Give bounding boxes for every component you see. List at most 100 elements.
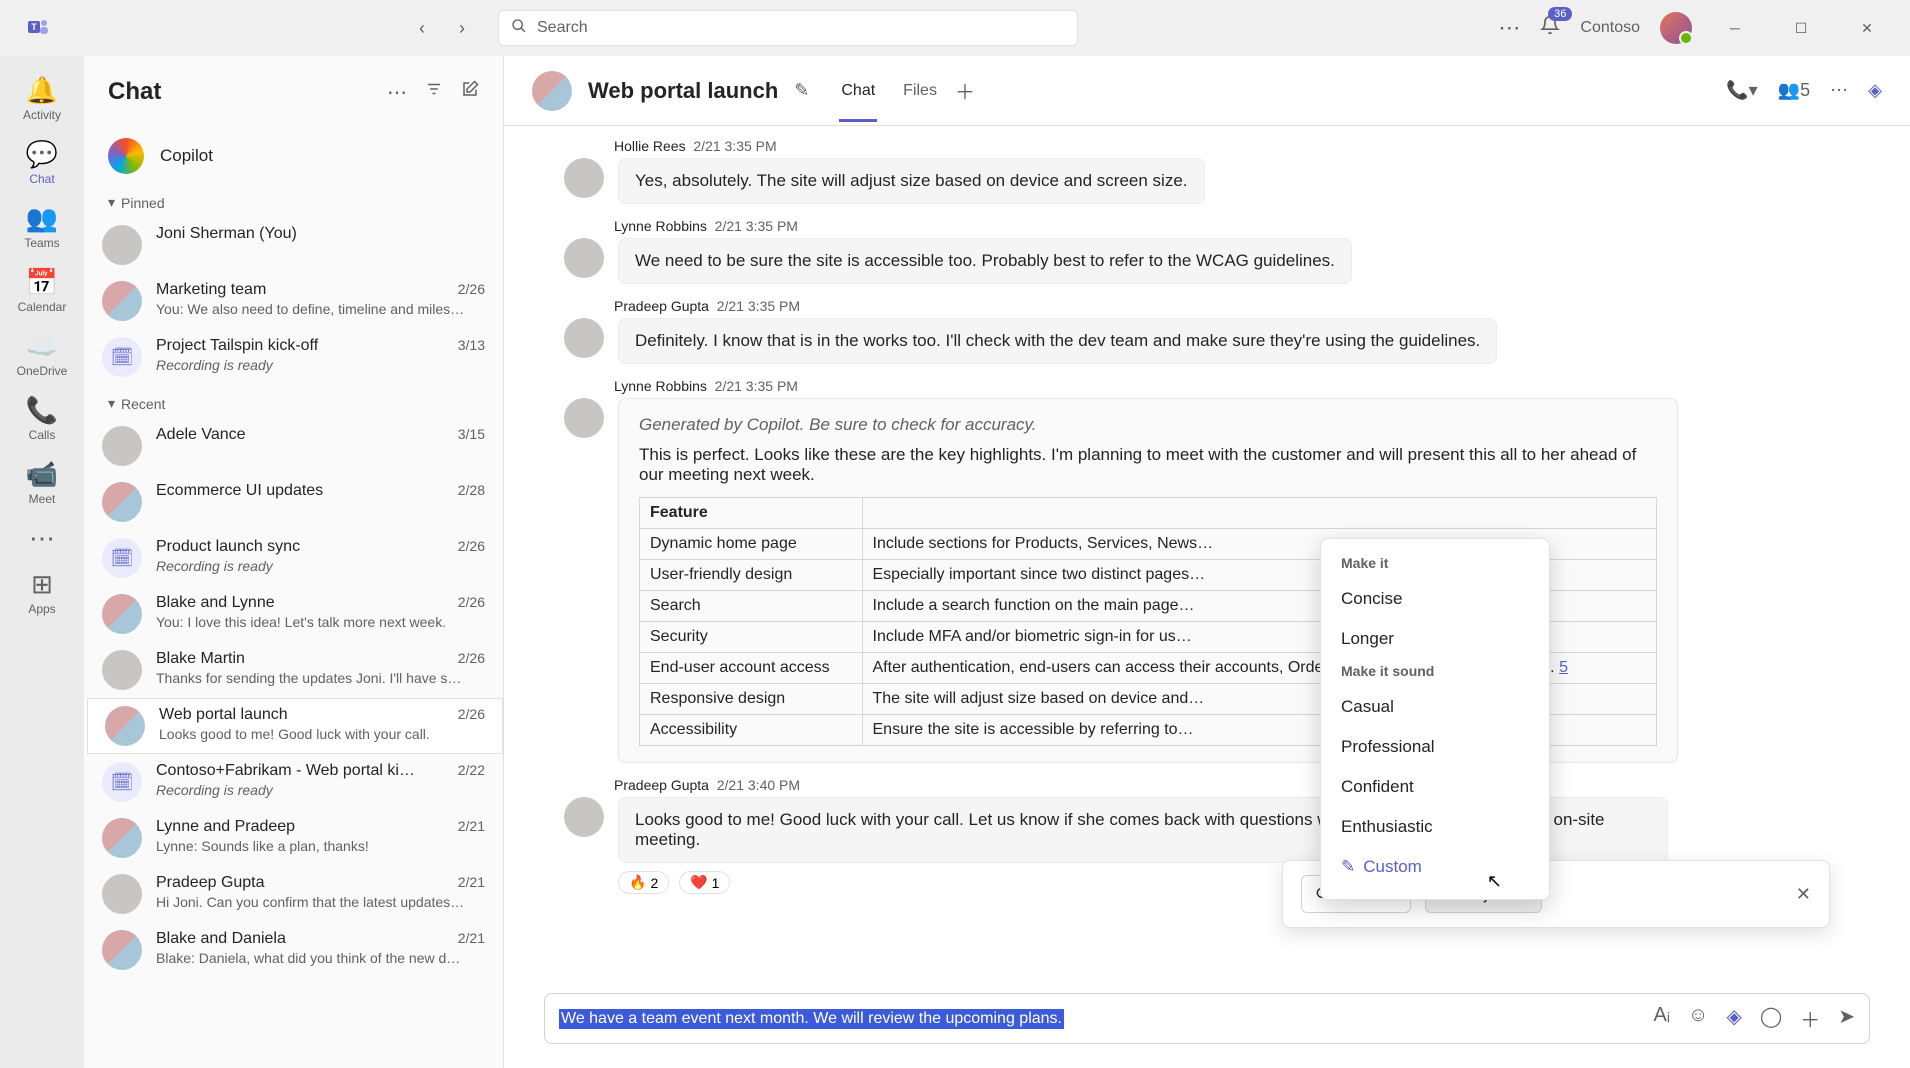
rail-calendar[interactable]: 📅Calendar [6,260,78,322]
chat-item-date: 2/22 [458,762,485,780]
chat-item-preview: Hi Joni. Can you confirm that the latest… [156,894,485,910]
adjust-option-professional[interactable]: Professional [1321,727,1549,767]
adjust-option-concise[interactable]: Concise [1321,579,1549,619]
chat-list-item[interactable]: Blake Martin2/26Thanks for sending the u… [84,642,503,698]
window-maximize-button[interactable]: ☐ [1778,12,1824,44]
teams-logo-icon: T [20,10,56,46]
nav-forward-button[interactable]: › [446,12,478,44]
nav-back-button[interactable]: ‹ [406,12,438,44]
avatar [564,158,604,198]
rail-more[interactable]: ⋯ [6,516,78,560]
rail-meet[interactable]: 📹Meet [6,452,78,514]
chat-item-preview: You: I love this idea! Let's talk more n… [156,614,485,630]
tab-files[interactable]: Files [901,60,939,122]
rail-calls[interactable]: 📞Calls [6,388,78,450]
avatar: 🗓 [102,538,142,578]
attach-icon[interactable]: ＋ [1800,1004,1820,1033]
notifications-button[interactable]: 36 [1540,15,1560,41]
feature-name: End-user account access [640,653,863,684]
chat-item-date: 2/26 [458,538,485,556]
chat-list-item[interactable]: Ecommerce UI updates2/28 [84,474,503,530]
search-input[interactable]: Search [498,10,1078,46]
chat-item-preview: Looks good to me! Good luck with your ca… [159,726,485,742]
avatar [564,797,604,837]
chat-list-item[interactable]: Marketing team2/26You: We also need to d… [84,273,503,329]
chat-list-item[interactable]: 🗓Project Tailspin kick-off3/13Recording … [84,329,503,385]
copilot-compose-icon[interactable]: ◈ [1726,1004,1741,1033]
chat-item-date: 2/26 [458,650,485,668]
search-placeholder: Search [537,19,588,37]
loop-icon[interactable]: ◯ [1760,1004,1782,1033]
chat-item-preview: Recording is ready [156,558,485,574]
chat-list-item[interactable]: 🗓Contoso+Fabrikam - Web portal ki…2/22Re… [84,754,503,810]
window-close-button[interactable]: ✕ [1844,12,1890,44]
rail-chat[interactable]: 💬Chat [6,132,78,194]
titlebar: T ‹ › Search ⋯ 36 Contoso ─ ☐ ✕ [0,0,1910,56]
copilot-header-icon[interactable]: ◈ [1868,80,1882,101]
adjust-option-casual[interactable]: Casual [1321,687,1549,727]
apps-icon: ⊞ [31,570,53,598]
rail-activity[interactable]: 🔔Activity [6,68,78,130]
user-avatar[interactable] [1660,12,1692,44]
chat-list-item[interactable]: Joni Sherman (You) [84,217,503,273]
pinned-header[interactable]: ▾Pinned [84,184,503,217]
format-icon[interactable]: Aᵢ [1654,1004,1670,1033]
send-button[interactable]: ➤ [1838,1004,1855,1033]
rail-teams[interactable]: 👥Teams [6,196,78,258]
chat-list-item[interactable]: Blake and Daniela2/21Blake: Daniela, wha… [84,922,503,978]
rail-onedrive[interactable]: ☁️OneDrive [6,324,78,386]
chat-item-name: Web portal launch [159,706,288,724]
avatar [102,225,142,265]
chat-list-item[interactable]: Adele Vance3/15 [84,418,503,474]
chat-item-name: Blake Martin [156,650,245,668]
sidebar-copilot[interactable]: Copilot [84,128,503,184]
window-minimize-button[interactable]: ─ [1712,12,1758,44]
avatar [564,318,604,358]
copilot-icon [108,138,144,174]
bell-icon: 🔔 [26,76,58,104]
chat-more-icon[interactable]: ⋯ [1830,80,1848,101]
edit-name-icon[interactable]: ✎ [794,80,809,101]
adjust-option-custom[interactable]: ✎Custom [1321,847,1549,887]
adjust-option-enthusiastic[interactable]: Enthusiastic [1321,807,1549,847]
avatar: 🗓 [102,762,142,802]
chevron-down-icon: ▾ [108,395,115,412]
emoji-icon[interactable]: ☺ [1688,1004,1708,1033]
add-tab-button[interactable]: ＋ [955,76,975,105]
svg-text:T: T [31,22,37,32]
chat-title: Web portal launch [588,78,778,104]
people-icon: 👥 [26,204,58,232]
recent-header[interactable]: ▾Recent [84,385,503,418]
msg-author: Pradeep Gupta [614,777,709,793]
sidebar-more-icon[interactable]: ⋯ [387,80,407,105]
reaction-heart[interactable]: ❤️1 [679,871,730,894]
more-icon[interactable]: ⋯ [1498,15,1520,41]
reaction-fire[interactable]: 🔥2 [618,871,669,894]
close-icon[interactable]: ✕ [1796,884,1811,905]
chat-item-date: 2/21 [458,818,485,836]
citation-link[interactable]: 5 [1559,659,1568,676]
compose-box[interactable]: We have a team event next month. We will… [544,993,1870,1044]
filter-icon[interactable] [425,80,443,105]
chat-list-item[interactable]: Web portal launch2/26Looks good to me! G… [84,698,503,754]
chat-item-date: 2/26 [458,281,485,299]
chat-list-item[interactable]: Blake and Lynne2/26You: I love this idea… [84,586,503,642]
msg-time: 2/21 3:35 PM [717,298,800,314]
chat-list-item[interactable]: 🗓Product launch sync2/26Recording is rea… [84,530,503,586]
msg-text: This is perfect. Looks like these are th… [639,445,1657,485]
copilot-label: Copilot [160,146,213,166]
people-button[interactable]: 👥5 [1778,80,1810,101]
chat-list-item[interactable]: Pradeep Gupta2/21Hi Joni. Can you confir… [84,866,503,922]
chat-item-name: Blake and Daniela [156,930,286,948]
rail-apps[interactable]: ⊞Apps [6,562,78,624]
adjust-menu: Make it Concise Longer Make it sound Cas… [1320,538,1550,900]
compose-icon[interactable] [461,80,479,105]
chat-sidebar: Chat ⋯ Copilot ▾Pinned Joni Sherman (You… [84,56,504,1068]
chat-list-item[interactable]: Lynne and Pradeep2/21Lynne: Sounds like … [84,810,503,866]
call-button[interactable]: 📞▾ [1726,80,1757,101]
tab-chat[interactable]: Chat [839,60,877,122]
msg-author: Hollie Rees [614,138,686,154]
adjust-option-confident[interactable]: Confident [1321,767,1549,807]
adjust-option-longer[interactable]: Longer [1321,619,1549,659]
more-icon: ⋯ [29,524,55,552]
